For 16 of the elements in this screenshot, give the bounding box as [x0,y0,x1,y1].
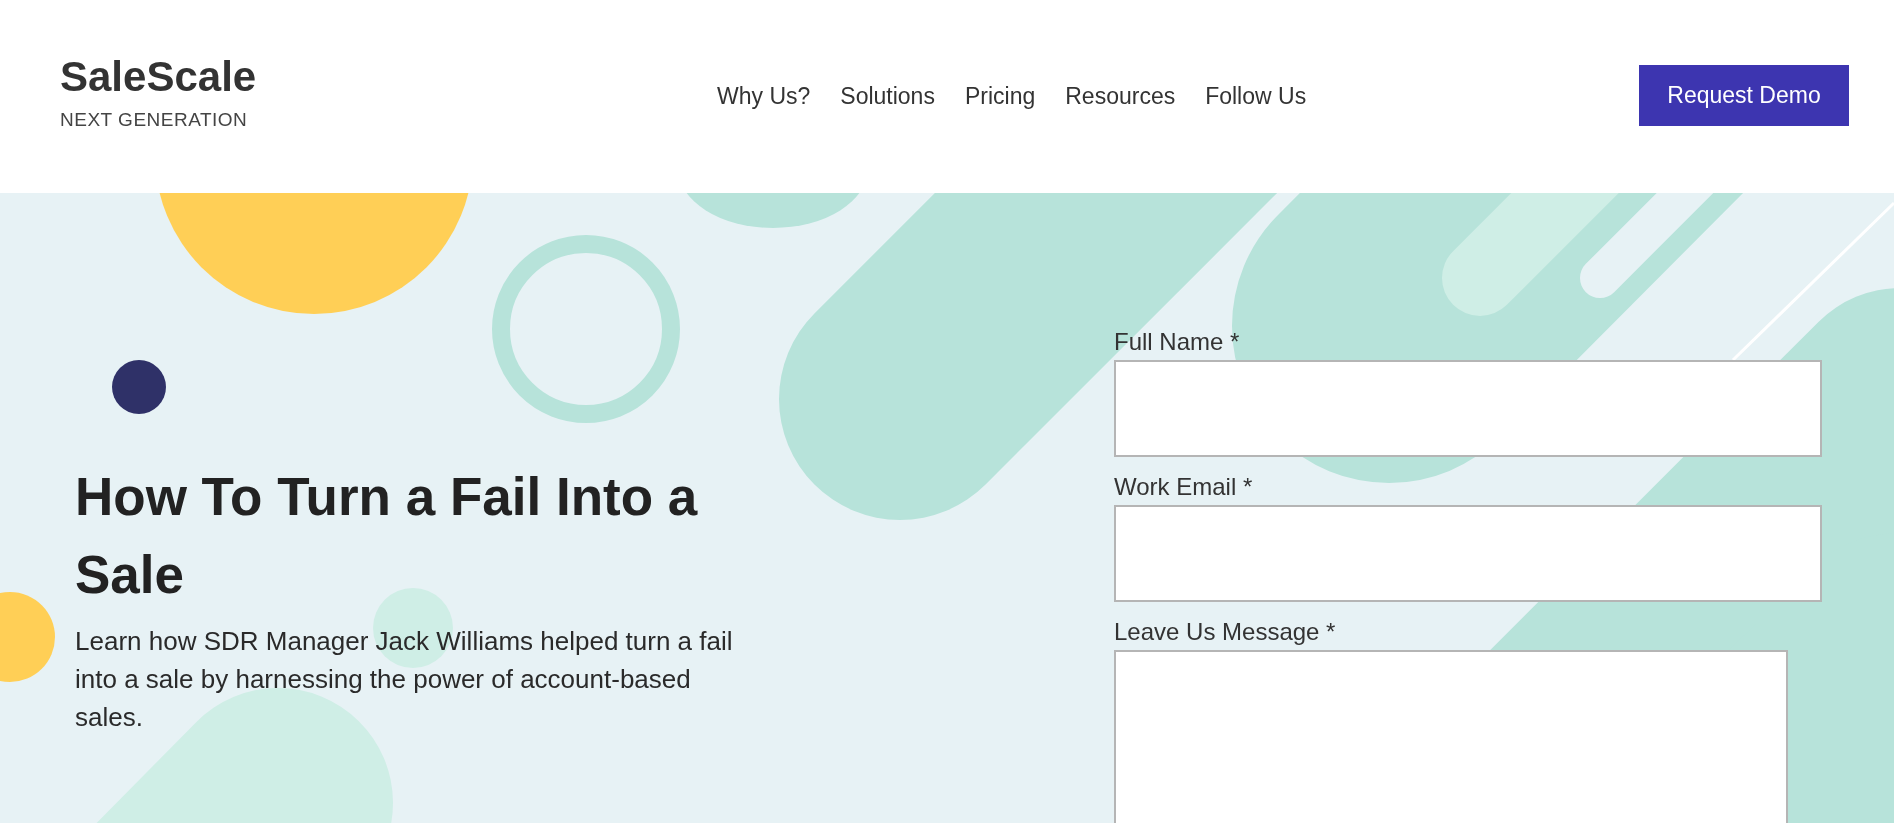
nav-link[interactable]: Pricing [964,83,1036,110]
logo[interactable]: SaleScale [60,54,620,101]
nav-link[interactable]: Why Us? [717,83,811,110]
field-label: Full Name * [1114,328,1241,356]
nav-link[interactable]: Resources [1065,83,1176,110]
field-label: Leave Us Message * [1114,618,1337,646]
nav-link[interactable]: Solutions [840,83,935,110]
nav-link[interactable]: Follow Us [1205,83,1307,110]
input-field[interactable] [1114,360,1822,457]
message-field[interactable] [1114,650,1788,823]
request-demo-button[interactable]: Request Demo [1639,64,1849,126]
tagline: NEXT GENERATION [60,108,249,131]
input-field[interactable] [1114,505,1822,602]
hero-title: How To Turn a Fail Into a Sale [75,466,699,606]
hero-description: Learn how SDR Manager Jack Williams helped turn a fail into a sale by harnessing the power of account-based sales. [75,625,734,734]
field-label: Work Email * [1114,473,1254,501]
